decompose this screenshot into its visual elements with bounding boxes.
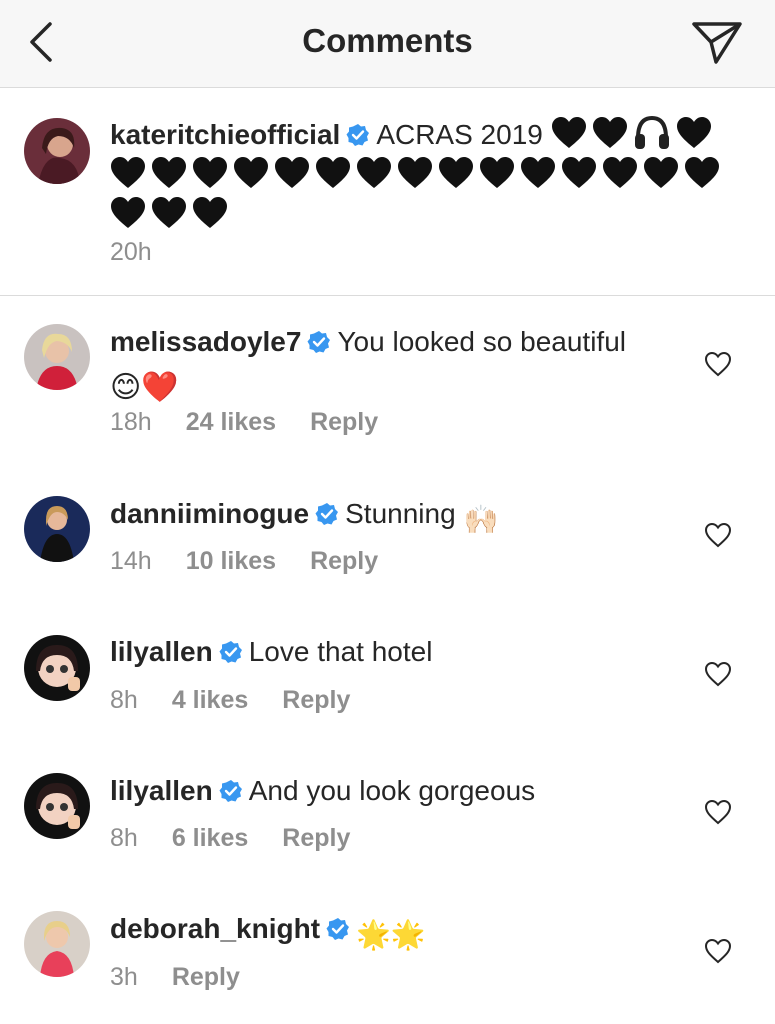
comment-text: danniiminogue Stunning 🙌🏻 (110, 494, 690, 540)
comment-username[interactable]: melissadoyle7 (110, 326, 301, 357)
black-heart-emoji (602, 156, 638, 190)
glowing-star-emoji: 🌟🌟 (356, 919, 426, 950)
black-heart-emoji (397, 156, 433, 190)
comment-time: 18h (110, 408, 152, 436)
comment-time: 3h (110, 963, 138, 991)
comment-body: Love that hotel (248, 636, 433, 667)
share-button[interactable] (690, 18, 744, 66)
caption-meta: 20h (110, 238, 186, 267)
black-heart-emoji (684, 156, 720, 190)
avatar[interactable] (24, 324, 90, 390)
reply-button[interactable]: Reply (310, 408, 378, 436)
post-caption: kateritchieofficial ACRAS 2019 20h (0, 88, 775, 296)
caption-text: kateritchieofficial ACRAS 2019 (110, 114, 750, 235)
comment-text: deborah_knight 🌟🌟 (110, 909, 690, 955)
comment-meta: 14h 10 likes Reply (110, 547, 412, 576)
black-heart-emoji (233, 156, 269, 190)
black-heart-emoji (151, 196, 187, 230)
reply-button[interactable]: Reply (282, 824, 350, 852)
comment-text: lilyallen Love that hotel (110, 632, 690, 672)
black-heart-emoji (356, 156, 392, 190)
black-heart-emoji (192, 156, 228, 190)
likes-count[interactable]: 10 likes (186, 547, 276, 575)
black-heart-emoji (561, 156, 597, 190)
verified-badge-icon (307, 330, 331, 354)
comment-username[interactable]: deborah_knight (110, 913, 320, 944)
comment-time: 8h (110, 686, 138, 714)
raising-hands-emoji: 🙌🏻 (463, 504, 499, 535)
verified-badge-icon (346, 123, 370, 147)
comment-username[interactable]: lilyallen (110, 636, 213, 667)
comment-username[interactable]: lilyallen (110, 775, 213, 806)
comment-body: And you look gorgeous (248, 775, 536, 806)
like-button[interactable] (704, 661, 732, 687)
heart-outline-icon (704, 799, 732, 825)
likes-count[interactable]: 6 likes (172, 824, 248, 852)
comment-meta: 8h 4 likes Reply (110, 686, 384, 715)
avatar[interactable] (24, 635, 90, 701)
paper-plane-icon (692, 22, 742, 64)
heart-outline-icon (704, 661, 732, 687)
comment-time: 14h (110, 547, 152, 575)
header-bar: Comments (0, 0, 775, 88)
verified-badge-icon (315, 502, 339, 526)
comment-username[interactable]: danniiminogue (110, 498, 309, 529)
comment-body: You looked so beautiful (337, 326, 626, 357)
verified-badge-icon (326, 917, 350, 941)
black-heart-emoji (520, 156, 556, 190)
black-heart-emoji (151, 156, 187, 190)
caption-time: 20h (110, 238, 152, 266)
avatar[interactable] (24, 911, 90, 977)
black-heart-emoji (438, 156, 474, 190)
black-heart-emoji (110, 196, 146, 230)
heart-outline-icon (704, 351, 732, 377)
black-heart-emoji (479, 156, 515, 190)
avatar[interactable] (24, 773, 90, 839)
verified-badge-icon (219, 640, 243, 664)
page-title: Comments (302, 22, 473, 59)
black-heart-emoji (551, 116, 587, 150)
comment-meta: 8h 6 likes Reply (110, 824, 384, 853)
black-heart-emoji (274, 156, 310, 190)
heart-outline-icon (704, 522, 732, 548)
like-button[interactable] (704, 522, 732, 548)
comment-body: Stunning (345, 498, 456, 529)
caption-body: ACRAS 2019 (376, 119, 543, 150)
heart-outline-icon (704, 938, 732, 964)
black-heart-emoji (643, 156, 679, 190)
comment-meta: 3h Reply (110, 963, 274, 992)
black-heart-emoji (592, 116, 628, 150)
black-heart-emoji (676, 116, 712, 150)
reply-button[interactable]: Reply (310, 547, 378, 575)
like-button[interactable] (704, 351, 732, 377)
black-heart-emoji (110, 156, 146, 190)
black-heart-emoji (192, 196, 228, 230)
comment-text: lilyallen And you look gorgeous (110, 771, 690, 811)
like-button[interactable] (704, 938, 732, 964)
emoji-pair: 😊❤️ (110, 371, 179, 404)
like-button[interactable] (704, 799, 732, 825)
reply-button[interactable]: Reply (282, 686, 350, 714)
headphones-emoji (633, 114, 671, 150)
caption-username[interactable]: kateritchieofficial (110, 119, 340, 150)
comment-text: melissadoyle7 You looked so beautiful 😊❤️ (110, 322, 690, 408)
verified-badge-icon (219, 779, 243, 803)
likes-count[interactable]: 24 likes (186, 408, 276, 436)
black-heart-emoji (315, 156, 351, 190)
avatar[interactable] (24, 118, 90, 184)
comment-meta: 18h 24 likes Reply (110, 408, 412, 437)
likes-count[interactable]: 4 likes (172, 686, 248, 714)
comment-time: 8h (110, 824, 138, 852)
reply-button[interactable]: Reply (172, 963, 240, 991)
avatar[interactable] (24, 496, 90, 562)
